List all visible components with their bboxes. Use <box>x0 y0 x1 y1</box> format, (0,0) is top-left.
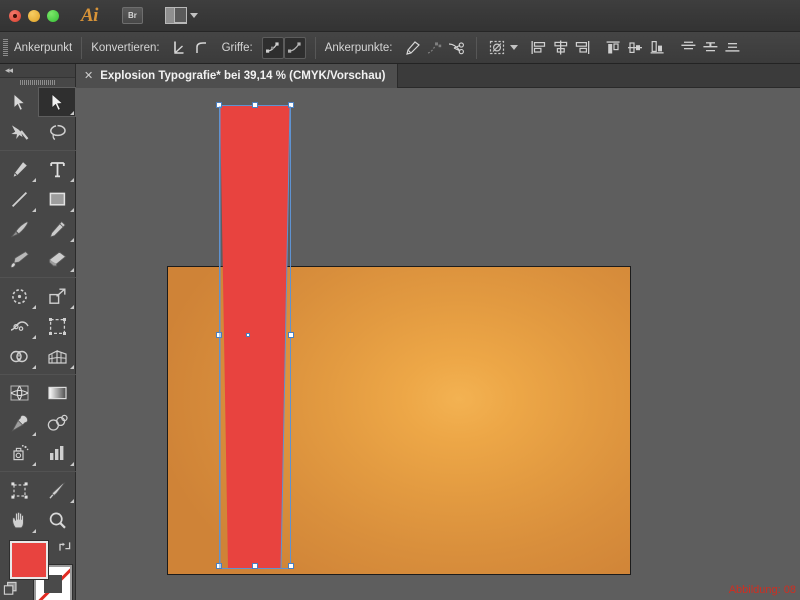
selection-handle-middle-left[interactable] <box>216 332 222 338</box>
align-vertical-center-icon[interactable] <box>624 37 646 59</box>
convert-to-corner-icon[interactable] <box>169 37 191 59</box>
distribute-bottom-icon[interactable] <box>721 37 743 59</box>
selection-handle-middle-right[interactable] <box>288 332 294 338</box>
blend-tool[interactable] <box>38 408 76 438</box>
maximize-window-button[interactable] <box>47 9 59 22</box>
direct-selection-tool[interactable] <box>38 87 76 117</box>
selection-handle-bottom-right[interactable] <box>288 563 294 569</box>
close-window-button[interactable] <box>9 9 21 22</box>
tool-group-transform <box>0 281 76 371</box>
distribute-vertical-center-icon[interactable] <box>699 37 721 59</box>
tool-group-drawing <box>0 154 76 274</box>
selection-context-label: Ankerpunkt <box>14 41 73 54</box>
chevron-down-icon <box>510 45 519 50</box>
document-canvas[interactable]: Abbildung: 08 <box>76 88 800 600</box>
width-tool[interactable] <box>0 311 38 341</box>
convert-label: Konvertieren: <box>91 41 160 54</box>
eyedropper-tool[interactable] <box>0 408 38 438</box>
close-icon[interactable]: ✕ <box>84 70 93 82</box>
document-tab-label: Explosion Typografie* bei 39,14 % (CMYK/… <box>100 70 386 82</box>
minimize-window-button[interactable] <box>28 9 40 22</box>
selection-handle-bottom-left[interactable] <box>216 563 222 569</box>
line-segment-tool[interactable] <box>0 184 38 214</box>
document-tab[interactable]: ✕ Explosion Typografie* bei 39,14 % (CMY… <box>76 64 399 88</box>
selection-handle-top-center[interactable] <box>252 102 258 108</box>
artboard-tool[interactable] <box>0 475 38 505</box>
fill-swatch[interactable] <box>10 541 48 579</box>
align-right-icon[interactable] <box>571 37 593 59</box>
isolate-selected-object-button[interactable] <box>486 37 519 59</box>
app-logo-icon: Ai <box>81 4 98 26</box>
anchorpoints-label: Ankerpunkte: <box>324 41 393 54</box>
bridge-button[interactable]: Br <box>121 7 143 24</box>
symbol-sprayer-tool[interactable] <box>0 438 38 468</box>
fill-stroke-block <box>0 539 76 600</box>
zoom-tool[interactable] <box>38 505 76 535</box>
selection-handle-top-right[interactable] <box>288 102 294 108</box>
tool-group-navigation <box>0 475 76 535</box>
selection-handle-bottom-center[interactable] <box>252 563 258 569</box>
artboard <box>167 266 631 575</box>
rectangle-tool[interactable] <box>38 184 76 214</box>
swap-fill-stroke-icon[interactable] <box>58 540 72 558</box>
divider <box>81 36 83 59</box>
tool-group-selection <box>0 87 76 147</box>
shape-builder-tool[interactable] <box>0 341 38 371</box>
paintbrush-tool[interactable] <box>0 214 38 244</box>
rotate-tool[interactable] <box>0 281 38 311</box>
arrange-documents-icon <box>164 7 187 24</box>
align-left-icon[interactable] <box>527 37 549 59</box>
perspective-grid-tool[interactable] <box>38 341 76 371</box>
selection-tool[interactable] <box>0 87 38 117</box>
scale-tool[interactable] <box>38 281 76 311</box>
selection-center-point <box>246 333 250 337</box>
type-tool[interactable] <box>38 154 76 184</box>
divider <box>476 36 478 59</box>
align-bottom-icon[interactable] <box>646 37 668 59</box>
lasso-tool[interactable] <box>38 117 76 147</box>
default-fill-stroke-icon[interactable] <box>3 581 18 600</box>
distribute-top-icon[interactable] <box>677 37 699 59</box>
free-transform-tool[interactable] <box>38 311 76 341</box>
pen-tool[interactable] <box>0 154 38 184</box>
arrange-documents-button[interactable] <box>164 7 198 24</box>
document-tab-bar: ✕ Explosion Typografie* bei 39,14 % (CMY… <box>76 64 800 88</box>
control-bar-drag-handle[interactable] <box>3 39 8 56</box>
chevron-down-icon <box>189 13 198 18</box>
slice-tool[interactable] <box>38 475 76 505</box>
collapse-panel-button[interactable]: ◂◂ <box>0 64 75 78</box>
column-graph-tool[interactable] <box>38 438 76 468</box>
divider <box>0 277 76 278</box>
tools-panel-drag-handle[interactable] <box>0 78 75 87</box>
hand-tool[interactable] <box>0 505 38 535</box>
divider <box>0 374 76 375</box>
illustrator-window: Ai Br Ankerpunkt Konvertieren: Griffe: A… <box>0 0 800 600</box>
handles-label: Griffe: <box>221 41 253 54</box>
align-horizontal-center-icon[interactable] <box>549 37 571 59</box>
divider <box>314 36 316 59</box>
divider <box>0 471 76 472</box>
hide-handles-icon[interactable] <box>283 36 306 59</box>
selection-handle-top-left[interactable] <box>216 102 222 108</box>
blob-brush-tool[interactable] <box>0 244 38 274</box>
isolate-selected-object-icon <box>486 37 508 59</box>
cut-path-icon[interactable] <box>445 37 467 59</box>
figure-watermark: Abbildung: 08 <box>728 584 796 596</box>
title-bar: Ai Br <box>0 0 800 32</box>
show-handles-icon[interactable] <box>261 36 284 59</box>
mesh-tool[interactable] <box>0 378 38 408</box>
control-bar: Ankerpunkt Konvertieren: Griffe: Ankerpu… <box>0 32 800 64</box>
gradient-tool[interactable] <box>38 378 76 408</box>
convert-to-smooth-icon[interactable] <box>191 37 213 59</box>
show-anchor-handles-icon[interactable] <box>401 37 423 59</box>
window-controls <box>9 9 59 22</box>
tool-group-color <box>0 378 76 468</box>
align-top-icon[interactable] <box>602 37 624 59</box>
eraser-tool[interactable] <box>38 244 76 274</box>
magic-wand-tool[interactable] <box>0 117 38 147</box>
remove-anchor-icon[interactable] <box>423 37 445 59</box>
divider <box>0 150 76 151</box>
tools-panel: ◂◂ <box>0 64 76 600</box>
pencil-tool[interactable] <box>38 214 76 244</box>
